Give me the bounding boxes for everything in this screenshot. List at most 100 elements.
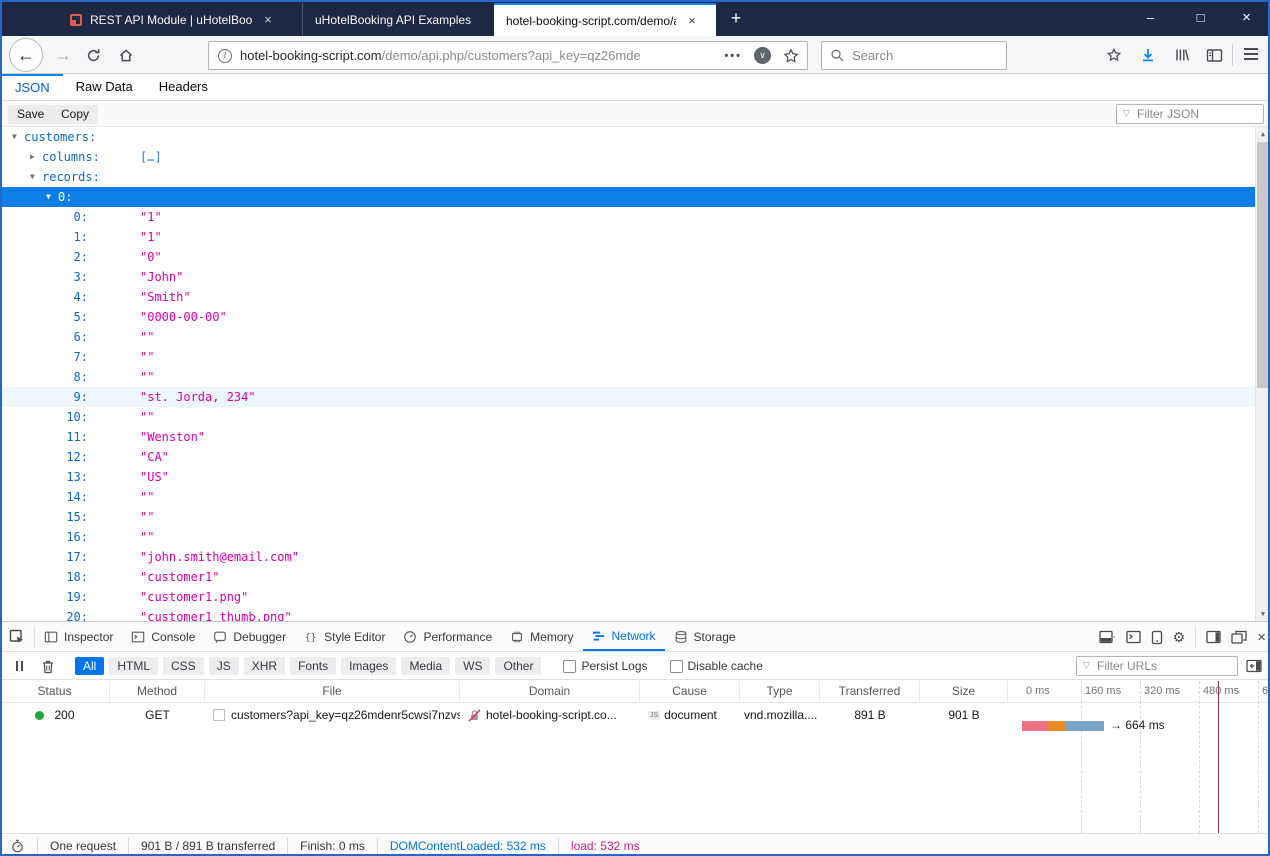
pocket-icon[interactable]: ∨ (754, 47, 771, 64)
clear-requests-icon[interactable] (41, 659, 55, 674)
window-maximize-button[interactable]: □ (1178, 0, 1223, 34)
tab-close-icon[interactable]: × (684, 13, 700, 28)
column-header-file[interactable]: File (205, 681, 460, 702)
tab-close-icon[interactable]: × (260, 12, 276, 27)
filter-fonts[interactable]: Fonts (290, 657, 337, 675)
reload-button[interactable] (82, 44, 104, 66)
info-icon[interactable] (218, 48, 232, 63)
json-field-row[interactable]: 17: "john.smith@email.com" (0, 547, 1255, 567)
json-field-row[interactable]: 5: "0000-00-00" (0, 307, 1255, 327)
json-field-row[interactable]: 2: "0" (0, 247, 1255, 267)
sidebar-toggle-icon[interactable] (1206, 630, 1221, 644)
split-console-icon[interactable] (1126, 630, 1141, 644)
json-field-row[interactable]: 20: "customer1_thumb.png" (0, 607, 1255, 621)
devtools-tab-inspector[interactable]: Inspector (35, 622, 122, 651)
save-button[interactable]: Save (8, 105, 54, 124)
filter-json-input[interactable] (1137, 106, 1259, 122)
separate-window-icon[interactable] (1231, 630, 1247, 644)
json-field-row[interactable]: 11: "Wenston" (0, 427, 1255, 447)
back-button[interactable]: ← (9, 38, 43, 72)
persist-logs-checkbox[interactable] (563, 659, 577, 673)
json-field-row[interactable]: 4: "Smith" (0, 287, 1255, 307)
menu-button[interactable] (1244, 48, 1258, 63)
save-to-library-button[interactable] (1104, 45, 1124, 65)
json-field-row[interactable]: 7: "" (0, 347, 1255, 367)
tab-headers[interactable]: Headers (146, 74, 221, 100)
bookmark-star-icon[interactable] (783, 47, 799, 64)
dock-side-icon[interactable] (1099, 630, 1116, 644)
filter-ws[interactable]: WS (455, 657, 491, 675)
expander-icon[interactable]: ▼ (46, 187, 56, 207)
column-header-type[interactable]: Type (740, 681, 820, 702)
filter-html[interactable]: HTML (109, 657, 159, 675)
new-tab-button[interactable]: + (722, 8, 750, 29)
window-close-button[interactable]: × (1224, 0, 1269, 34)
column-header-transferred[interactable]: Transferred (820, 681, 920, 702)
scrollbar-thumb[interactable] (1257, 142, 1269, 388)
library-button[interactable] (1172, 45, 1192, 65)
json-field-row[interactable]: 8: "" (0, 367, 1255, 387)
filter-other[interactable]: Other (495, 657, 542, 675)
performance-analysis-button[interactable] (10, 838, 25, 854)
json-row-columns[interactable]: ▶ columns: […] (0, 147, 1255, 167)
search-input[interactable] (852, 43, 1000, 68)
window-minimize-button[interactable]: – (1128, 0, 1173, 34)
filter-media[interactable]: Media (401, 657, 451, 675)
forward-button[interactable]: → (52, 44, 74, 66)
devtools-close-icon[interactable]: × (1257, 629, 1266, 646)
tab-raw-data[interactable]: Raw Data (63, 74, 146, 100)
devtools-tab-memory[interactable]: Memory (501, 622, 582, 651)
details-pane-toggle-icon[interactable] (1246, 659, 1262, 673)
browser-tab-1[interactable]: REST API Module | uHotelBook × (58, 3, 286, 36)
devtools-tab-storage[interactable]: Storage (665, 622, 745, 651)
page-actions-icon[interactable]: ••• (724, 50, 742, 62)
column-header-method[interactable]: Method (110, 681, 205, 702)
filter-js[interactable]: JS (208, 657, 239, 675)
settings-gear-icon[interactable]: ⚙ (1173, 629, 1186, 646)
responsive-mode-icon[interactable] (1151, 630, 1163, 645)
json-field-row[interactable]: 19: "customer1.png" (0, 587, 1255, 607)
filter-urls-input[interactable] (1097, 658, 1233, 674)
column-header-domain[interactable]: Domain (460, 681, 640, 702)
devtools-tab-style-editor[interactable]: {} Style Editor (295, 622, 394, 651)
column-header-size[interactable]: Size (920, 681, 1008, 702)
search-bar[interactable] (821, 41, 1007, 70)
json-row-records[interactable]: ▼ records: (0, 167, 1255, 187)
json-field-row[interactable]: 13: "US" (0, 467, 1255, 487)
devtools-tab-performance[interactable]: Performance (394, 622, 501, 651)
devtools-tab-debugger[interactable]: Debugger (204, 622, 295, 651)
json-field-row[interactable]: 12: "CA" (0, 447, 1255, 467)
expander-icon[interactable]: ▶ (30, 147, 40, 167)
json-field-row[interactable]: 9: "st. Jorda, 234" (0, 387, 1255, 407)
scroll-up-icon[interactable]: ▲ (1256, 130, 1270, 138)
sidebars-button[interactable] (1204, 45, 1224, 65)
json-field-row[interactable]: 14: "" (0, 487, 1255, 507)
json-field-row[interactable]: 0: "1" (0, 207, 1255, 227)
home-button[interactable] (115, 44, 137, 66)
filter-urls-box[interactable]: ▽ (1076, 656, 1238, 676)
disable-cache-checkbox[interactable] (669, 659, 683, 673)
json-field-row[interactable]: 16: "" (0, 527, 1255, 547)
json-field-row[interactable]: 15: "" (0, 507, 1255, 527)
json-field-row[interactable]: 10: "" (0, 407, 1255, 427)
tree-scrollbar[interactable]: ▲ ▼ (1255, 127, 1270, 621)
json-field-row[interactable]: 6: "" (0, 327, 1255, 347)
browser-tab-active[interactable]: hotel-booking-script.com/demo/a × (494, 3, 716, 36)
json-field-row[interactable]: 3: "John" (0, 267, 1255, 287)
pause-traffic-icon[interactable] (16, 661, 23, 671)
json-row-record0-selected[interactable]: ▼ 0: (0, 187, 1255, 207)
pick-element-button[interactable] (0, 622, 34, 651)
scroll-down-icon[interactable]: ▼ (1256, 610, 1270, 618)
json-field-row[interactable]: 18: "customer1" (0, 567, 1255, 587)
json-field-row[interactable]: 1: "1" (0, 227, 1255, 247)
filter-json-box[interactable]: ▽ (1116, 104, 1264, 124)
filter-css[interactable]: CSS (163, 657, 204, 675)
downloads-button[interactable] (1138, 45, 1158, 65)
column-header-status[interactable]: Status (0, 681, 110, 702)
tab-json[interactable]: JSON (2, 74, 63, 100)
expander-icon[interactable]: ▼ (30, 167, 40, 187)
column-header-cause[interactable]: Cause (640, 681, 740, 702)
json-row-customers[interactable]: ▼ customers: (0, 127, 1255, 147)
request-row[interactable]: 200 GET customers?api_key=qz26mdenr5cwsi… (0, 704, 1270, 732)
expander-icon[interactable]: ▼ (12, 127, 22, 147)
